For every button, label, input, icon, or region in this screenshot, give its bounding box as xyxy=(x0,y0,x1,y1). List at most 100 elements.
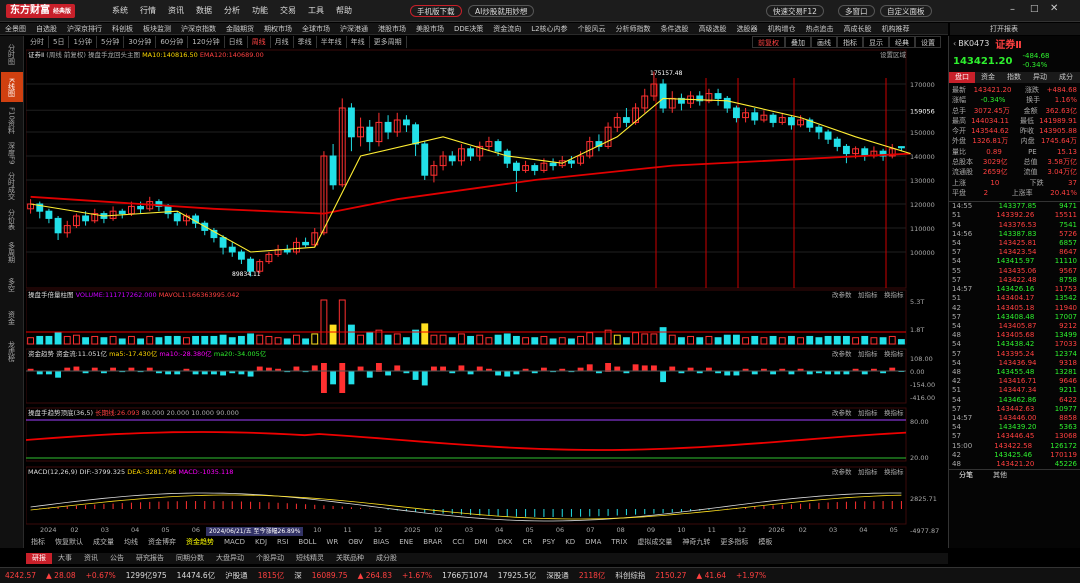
nav-item-10[interactable]: 港股市场 xyxy=(373,23,411,34)
period-tab-4[interactable]: 30分钟 xyxy=(124,36,157,48)
indicator-tab-25[interactable]: 更多指标 xyxy=(715,537,753,547)
panel-link-0-1[interactable]: 加指标 xyxy=(858,290,878,300)
minimize-icon[interactable]: – xyxy=(1010,4,1015,15)
nav-item-3[interactable]: 科创板 xyxy=(107,23,138,34)
mobile-download-button[interactable]: 手机版下载 xyxy=(410,5,462,17)
panel-link-3-2[interactable]: 换指标 xyxy=(884,467,904,477)
period-tab-7[interactable]: 日线 xyxy=(225,36,248,48)
close-icon[interactable]: ✕ xyxy=(1050,3,1058,14)
settings-area-link[interactable]: 设置区域 xyxy=(880,50,906,60)
panel-link-1-2[interactable]: 换指标 xyxy=(884,349,904,359)
left-tab-1[interactable]: K线图 xyxy=(0,72,23,102)
period-tab-8[interactable]: 周线 xyxy=(248,36,271,48)
nav-item-0[interactable]: 全景图 xyxy=(0,23,31,34)
indicator-tab-11[interactable]: OBV xyxy=(343,537,368,547)
indicator-tab-18[interactable]: CR xyxy=(517,537,537,547)
left-tab-4[interactable]: 分时成交 xyxy=(1,171,23,201)
info-tab-9[interactable]: 关联品种 xyxy=(330,553,370,564)
nav-item-17[interactable]: 条件选股 xyxy=(656,23,694,34)
indicator-tab-23[interactable]: 虚拟成交量 xyxy=(632,537,677,547)
nav-item-18[interactable]: 高级选股 xyxy=(694,23,732,34)
menu-item-3[interactable]: 数据 xyxy=(190,5,218,16)
info-tab-0[interactable]: 研报 xyxy=(26,553,52,564)
left-tab-9[interactable]: 龙虎榜 xyxy=(1,336,23,366)
indicator-tab-15[interactable]: CCI xyxy=(447,537,469,547)
nav-item-2[interactable]: 沪深京排行 xyxy=(62,23,107,34)
tool-item-5[interactable]: 经典 xyxy=(889,36,915,48)
indicator-tab-6[interactable]: MACD xyxy=(219,537,250,547)
nav-item-12[interactable]: DDE决策 xyxy=(449,23,488,34)
quick-trade-button[interactable]: 快速交易F12 xyxy=(766,5,824,17)
tool-item-3[interactable]: 指标 xyxy=(837,36,863,48)
indicator-tab-14[interactable]: BRAR xyxy=(418,537,447,547)
quote-tab-2[interactable]: 指数 xyxy=(1001,72,1027,83)
nav-item-22[interactable]: 高成长股 xyxy=(839,23,877,34)
period-tab-12[interactable]: 年线 xyxy=(347,36,370,48)
panel-link-2-2[interactable]: 换指标 xyxy=(884,408,904,418)
indicator-tab-19[interactable]: PSY xyxy=(537,537,560,547)
nav-item-9[interactable]: 沪深港通 xyxy=(335,23,373,34)
panel-link-0-0[interactable]: 改参数 xyxy=(832,290,852,300)
menu-item-0[interactable]: 系统 xyxy=(106,5,134,16)
nav-item-19[interactable]: 选股器 xyxy=(732,23,763,34)
panel-link-2-1[interactable]: 加指标 xyxy=(858,408,878,418)
nav-item-5[interactable]: 沪深京指数 xyxy=(176,23,221,34)
info-tab-3[interactable]: 公告 xyxy=(104,553,130,564)
ai-assistant-button[interactable]: AI炒股就用妙想 xyxy=(468,5,535,17)
info-tab-1[interactable]: 大事 xyxy=(52,553,78,564)
panel-link-0-2[interactable]: 换指标 xyxy=(884,290,904,300)
nav-item-14[interactable]: L2核心内参 xyxy=(526,23,572,34)
info-tab-8[interactable]: 短线精灵 xyxy=(290,553,330,564)
indicator-tab-7[interactable]: KDJ xyxy=(250,537,272,547)
indicator-tab-9[interactable]: BOLL xyxy=(293,537,321,547)
menu-item-8[interactable]: 帮助 xyxy=(330,5,358,16)
panel-link-3-1[interactable]: 加指标 xyxy=(858,467,878,477)
multi-window-button[interactable]: 多窗口 xyxy=(838,5,875,17)
panel-link-1-1[interactable]: 加指标 xyxy=(858,349,878,359)
indicator-tab-4[interactable]: 资金博弈 xyxy=(143,537,181,547)
period-tab-3[interactable]: 5分钟 xyxy=(97,36,125,48)
panel-link-2-0[interactable]: 改参数 xyxy=(832,408,852,418)
indicator-tab-3[interactable]: 均线 xyxy=(119,537,143,547)
quote-tab-3[interactable]: 异动 xyxy=(1027,72,1053,83)
nav-item-21[interactable]: 热点追击 xyxy=(801,23,839,34)
indicator-tab-20[interactable]: KD xyxy=(560,537,580,547)
period-tab-1[interactable]: 5日 xyxy=(49,36,70,48)
menu-item-1[interactable]: 行情 xyxy=(134,5,162,16)
indicator-tab-13[interactable]: ENE xyxy=(394,537,418,547)
period-tab-6[interactable]: 120分钟 xyxy=(188,36,225,48)
custom-panel-button[interactable]: 自定义面板 xyxy=(880,5,932,17)
nav-item-20[interactable]: 机构增仓 xyxy=(763,23,801,34)
menu-item-7[interactable]: 工具 xyxy=(302,5,330,16)
info-tab-5[interactable]: 同期分数 xyxy=(170,553,210,564)
period-tab-0[interactable]: 分时 xyxy=(26,36,49,48)
left-tab-7[interactable]: 多空 xyxy=(1,270,23,300)
info-tab-4[interactable]: 研究报告 xyxy=(130,553,170,564)
left-tab-6[interactable]: 多周期 xyxy=(1,237,23,267)
info-tab-2[interactable]: 资讯 xyxy=(78,553,104,564)
menu-item-6[interactable]: 交易 xyxy=(274,5,302,16)
nav-item-23[interactable]: 机构推荐 xyxy=(877,23,915,34)
info-tab-10[interactable]: 成分股 xyxy=(370,553,403,564)
nav-item-11[interactable]: 美股市场 xyxy=(411,23,449,34)
indicator-tab-1[interactable]: 恢复默认 xyxy=(50,537,88,547)
left-tab-8[interactable]: 资金 xyxy=(1,303,23,333)
menu-item-5[interactable]: 功能 xyxy=(246,5,274,16)
indicator-tab-5[interactable]: 资金趋势 xyxy=(181,537,219,547)
nav-item-8[interactable]: 全球市场 xyxy=(297,23,335,34)
left-tab-5[interactable]: 分价表 xyxy=(1,204,23,234)
panel-link-1-0[interactable]: 改参数 xyxy=(832,349,852,359)
menu-item-2[interactable]: 资讯 xyxy=(162,5,190,16)
maximize-icon[interactable]: □ xyxy=(1030,4,1039,14)
indicator-tab-16[interactable]: DMI xyxy=(469,537,493,547)
indicator-tab-22[interactable]: TRIX xyxy=(606,537,632,547)
period-tab-2[interactable]: 1分钟 xyxy=(69,36,97,48)
indicator-tab-21[interactable]: DMA xyxy=(580,537,606,547)
tool-item-1[interactable]: 叠加 xyxy=(785,36,811,48)
nav-item-1[interactable]: 自选股 xyxy=(31,23,62,34)
indicator-tab-12[interactable]: BIAS xyxy=(368,537,394,547)
tool-item-6[interactable]: 设置 xyxy=(915,36,941,48)
nav-item-7[interactable]: 期权市场 xyxy=(259,23,297,34)
left-tab-0[interactable]: 分时图 xyxy=(1,39,23,69)
period-tab-10[interactable]: 季线 xyxy=(294,36,317,48)
